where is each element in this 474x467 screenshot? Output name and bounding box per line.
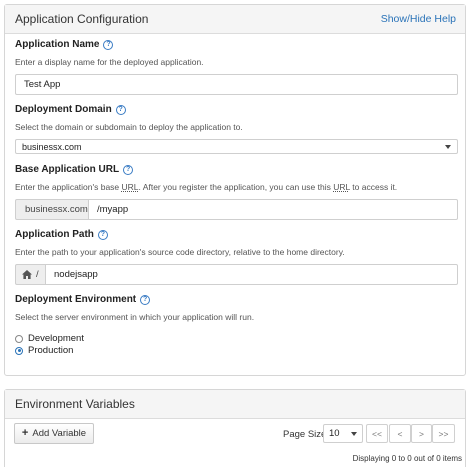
home-icon — [22, 270, 32, 279]
base-url-help-text: Enter the application's base URL. After … — [15, 182, 398, 192]
radio-label: Development — [28, 333, 84, 344]
panel-header: Environment Variables — [5, 390, 465, 419]
pagination-status: Displaying 0 to 0 out of 0 items — [352, 454, 462, 463]
panel-title: Environment Variables — [15, 397, 135, 411]
deployment-environment-label: Deployment Environment ? — [15, 294, 151, 305]
app-path-input[interactable]: nodejsapp — [46, 264, 458, 285]
app-path-input-group: / nodejsapp — [15, 264, 458, 285]
app-path-label: Application Path ? — [15, 229, 108, 240]
selected-domain: businessx.com — [22, 141, 82, 152]
base-url-input[interactable]: /myapp — [89, 199, 458, 220]
home-directory-prefix: / — [15, 264, 46, 285]
base-url-domain-prefix: businessx.com — [15, 199, 89, 220]
panel-title: Application Configuration — [15, 12, 149, 26]
last-page-button[interactable]: >> — [432, 424, 455, 443]
page-size-label: Page Size — [283, 429, 327, 440]
radio-circle[interactable] — [15, 334, 23, 343]
base-url-label: Base Application URL ? — [15, 164, 134, 175]
radio-production[interactable]: Production — [15, 345, 73, 356]
app-name-label: Application Name ? — [15, 39, 114, 50]
question-circle-icon[interactable]: ? — [123, 164, 134, 175]
caret-down-icon — [351, 431, 357, 436]
caret-down-icon — [445, 144, 451, 149]
app-path-help-text: Enter the path to your application's sou… — [15, 247, 345, 257]
previous-page-button[interactable]: < — [389, 424, 411, 443]
app-name-input[interactable]: Test App — [15, 74, 458, 95]
radio-development[interactable]: Development — [15, 333, 84, 344]
question-circle-icon[interactable]: ? — [115, 104, 126, 115]
next-page-button[interactable]: > — [411, 424, 432, 443]
application-configuration-panel: Application Configuration Show/Hide Help… — [4, 4, 466, 376]
question-circle-icon[interactable]: ? — [103, 39, 114, 50]
radio-circle-selected[interactable] — [15, 346, 23, 355]
question-circle-icon[interactable]: ? — [97, 229, 108, 240]
path-separator: / — [36, 269, 39, 280]
question-circle-icon[interactable]: ? — [140, 294, 151, 305]
add-variable-button[interactable]: + Add Variable — [14, 423, 94, 444]
deployment-domain-select[interactable]: businessx.com — [15, 139, 458, 154]
plus-icon: + — [21, 427, 29, 439]
page-size-select[interactable]: 10 — [323, 424, 363, 443]
first-page-button[interactable]: << — [366, 424, 388, 443]
radio-label: Production — [28, 345, 74, 356]
app-name-help-text: Enter a display name for the deployed ap… — [15, 57, 204, 67]
panel-header: Application Configuration Show/Hide Help — [5, 5, 465, 34]
deployment-domain-help-text: Select the domain or subdomain to deploy… — [15, 122, 243, 132]
base-url-input-group: businessx.com /myapp — [15, 199, 458, 220]
show-hide-help-link[interactable]: Show/Hide Help — [381, 13, 456, 25]
deployment-environment-help-text: Select the server environment in which y… — [15, 312, 255, 322]
deployment-domain-label: Deployment Domain ? — [15, 104, 126, 115]
